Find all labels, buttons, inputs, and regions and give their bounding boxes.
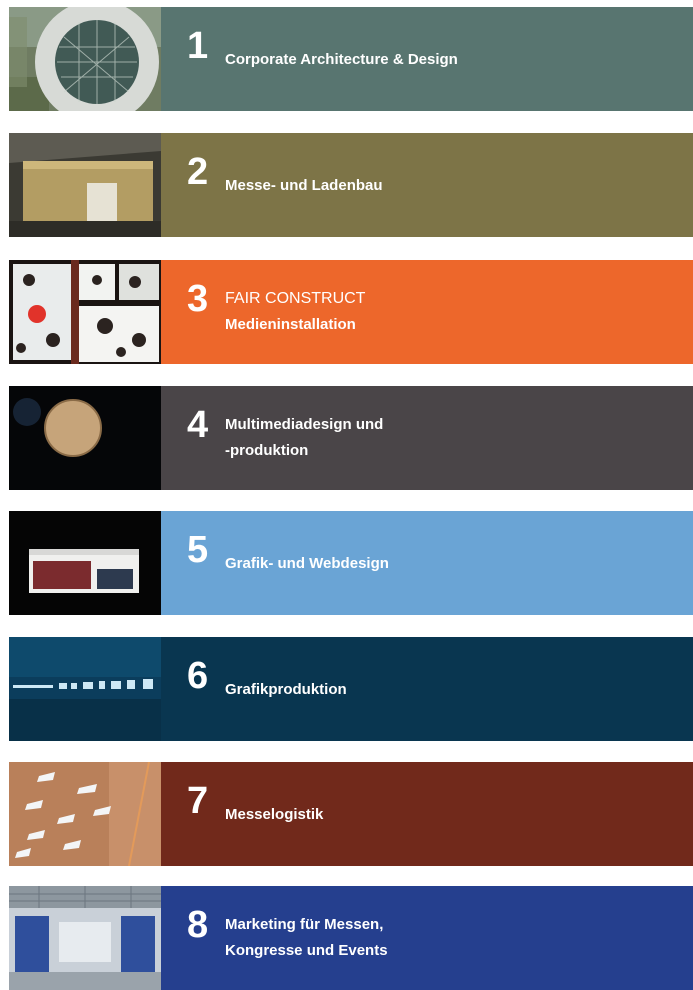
media-installation-photo (9, 260, 161, 364)
service-label-4: Multimediadesign und -produktion (225, 412, 383, 464)
service-label-line: -produktion (225, 442, 309, 459)
service-label-line: Messelogistik (225, 806, 324, 823)
lights-row-photo (9, 637, 161, 741)
service-label-line: Corporate Architecture & Design (225, 51, 458, 68)
service-number-1: 1 (187, 25, 209, 67)
service-item-5[interactable]: 5 Grafik- und Webdesign (9, 511, 693, 615)
service-item-6[interactable]: 6 Grafikproduktion (9, 637, 693, 741)
service-number-4: 4 (187, 404, 209, 446)
ceiling-lights-photo (9, 762, 161, 866)
trade-fair-booth-photo (9, 886, 161, 990)
service-item-7[interactable]: 7 Messelogistik (9, 762, 693, 866)
service-number-8: 8 (187, 904, 209, 946)
service-item-1[interactable]: 1 Corporate Architecture & Design (9, 7, 693, 111)
service-item-3[interactable]: 3 FAIR CONSTRUCT Medieninstallation (9, 260, 693, 364)
service-number-2: 2 (187, 151, 209, 193)
web-design-screen-photo (9, 511, 161, 615)
glowing-orb-photo (9, 386, 161, 490)
service-label-2: Messe- und Ladenbau (225, 173, 383, 199)
service-label-8: Marketing für Messen, Kongresse und Even… (225, 912, 388, 964)
service-item-2[interactable]: 2 Messe- und Ladenbau (9, 133, 693, 237)
service-label-line: Kongresse und Events (225, 942, 388, 959)
service-label-line: Multimediadesign und (225, 416, 384, 433)
service-number-7: 7 (187, 780, 209, 822)
service-number-5: 5 (187, 529, 209, 571)
sphere-structure-photo (9, 7, 161, 111)
service-label-line: Grafikproduktion (225, 681, 347, 698)
service-item-4[interactable]: 4 Multimediadesign und -produktion (9, 386, 693, 490)
service-number-3: 3 (187, 278, 209, 320)
service-label-line: Marketing für Messen, (225, 916, 384, 933)
service-number-6: 6 (187, 655, 209, 697)
service-label-line: Grafik- und Webdesign (225, 555, 389, 572)
service-label-line: Messe- und Ladenbau (225, 177, 383, 194)
service-label-1: Corporate Architecture & Design (225, 47, 458, 73)
service-label-7: Messelogistik (225, 802, 323, 828)
service-label-line: Medieninstallation (225, 316, 356, 333)
service-item-8[interactable]: 8 Marketing für Messen, Kongresse und Ev… (9, 886, 693, 990)
service-label-6: Grafikproduktion (225, 677, 347, 703)
exhibition-hall-photo (9, 133, 161, 237)
service-label-3: FAIR CONSTRUCT Medieninstallation (225, 286, 365, 338)
service-label-5: Grafik- und Webdesign (225, 551, 389, 577)
service-label-line: FAIR CONSTRUCT (225, 290, 366, 307)
